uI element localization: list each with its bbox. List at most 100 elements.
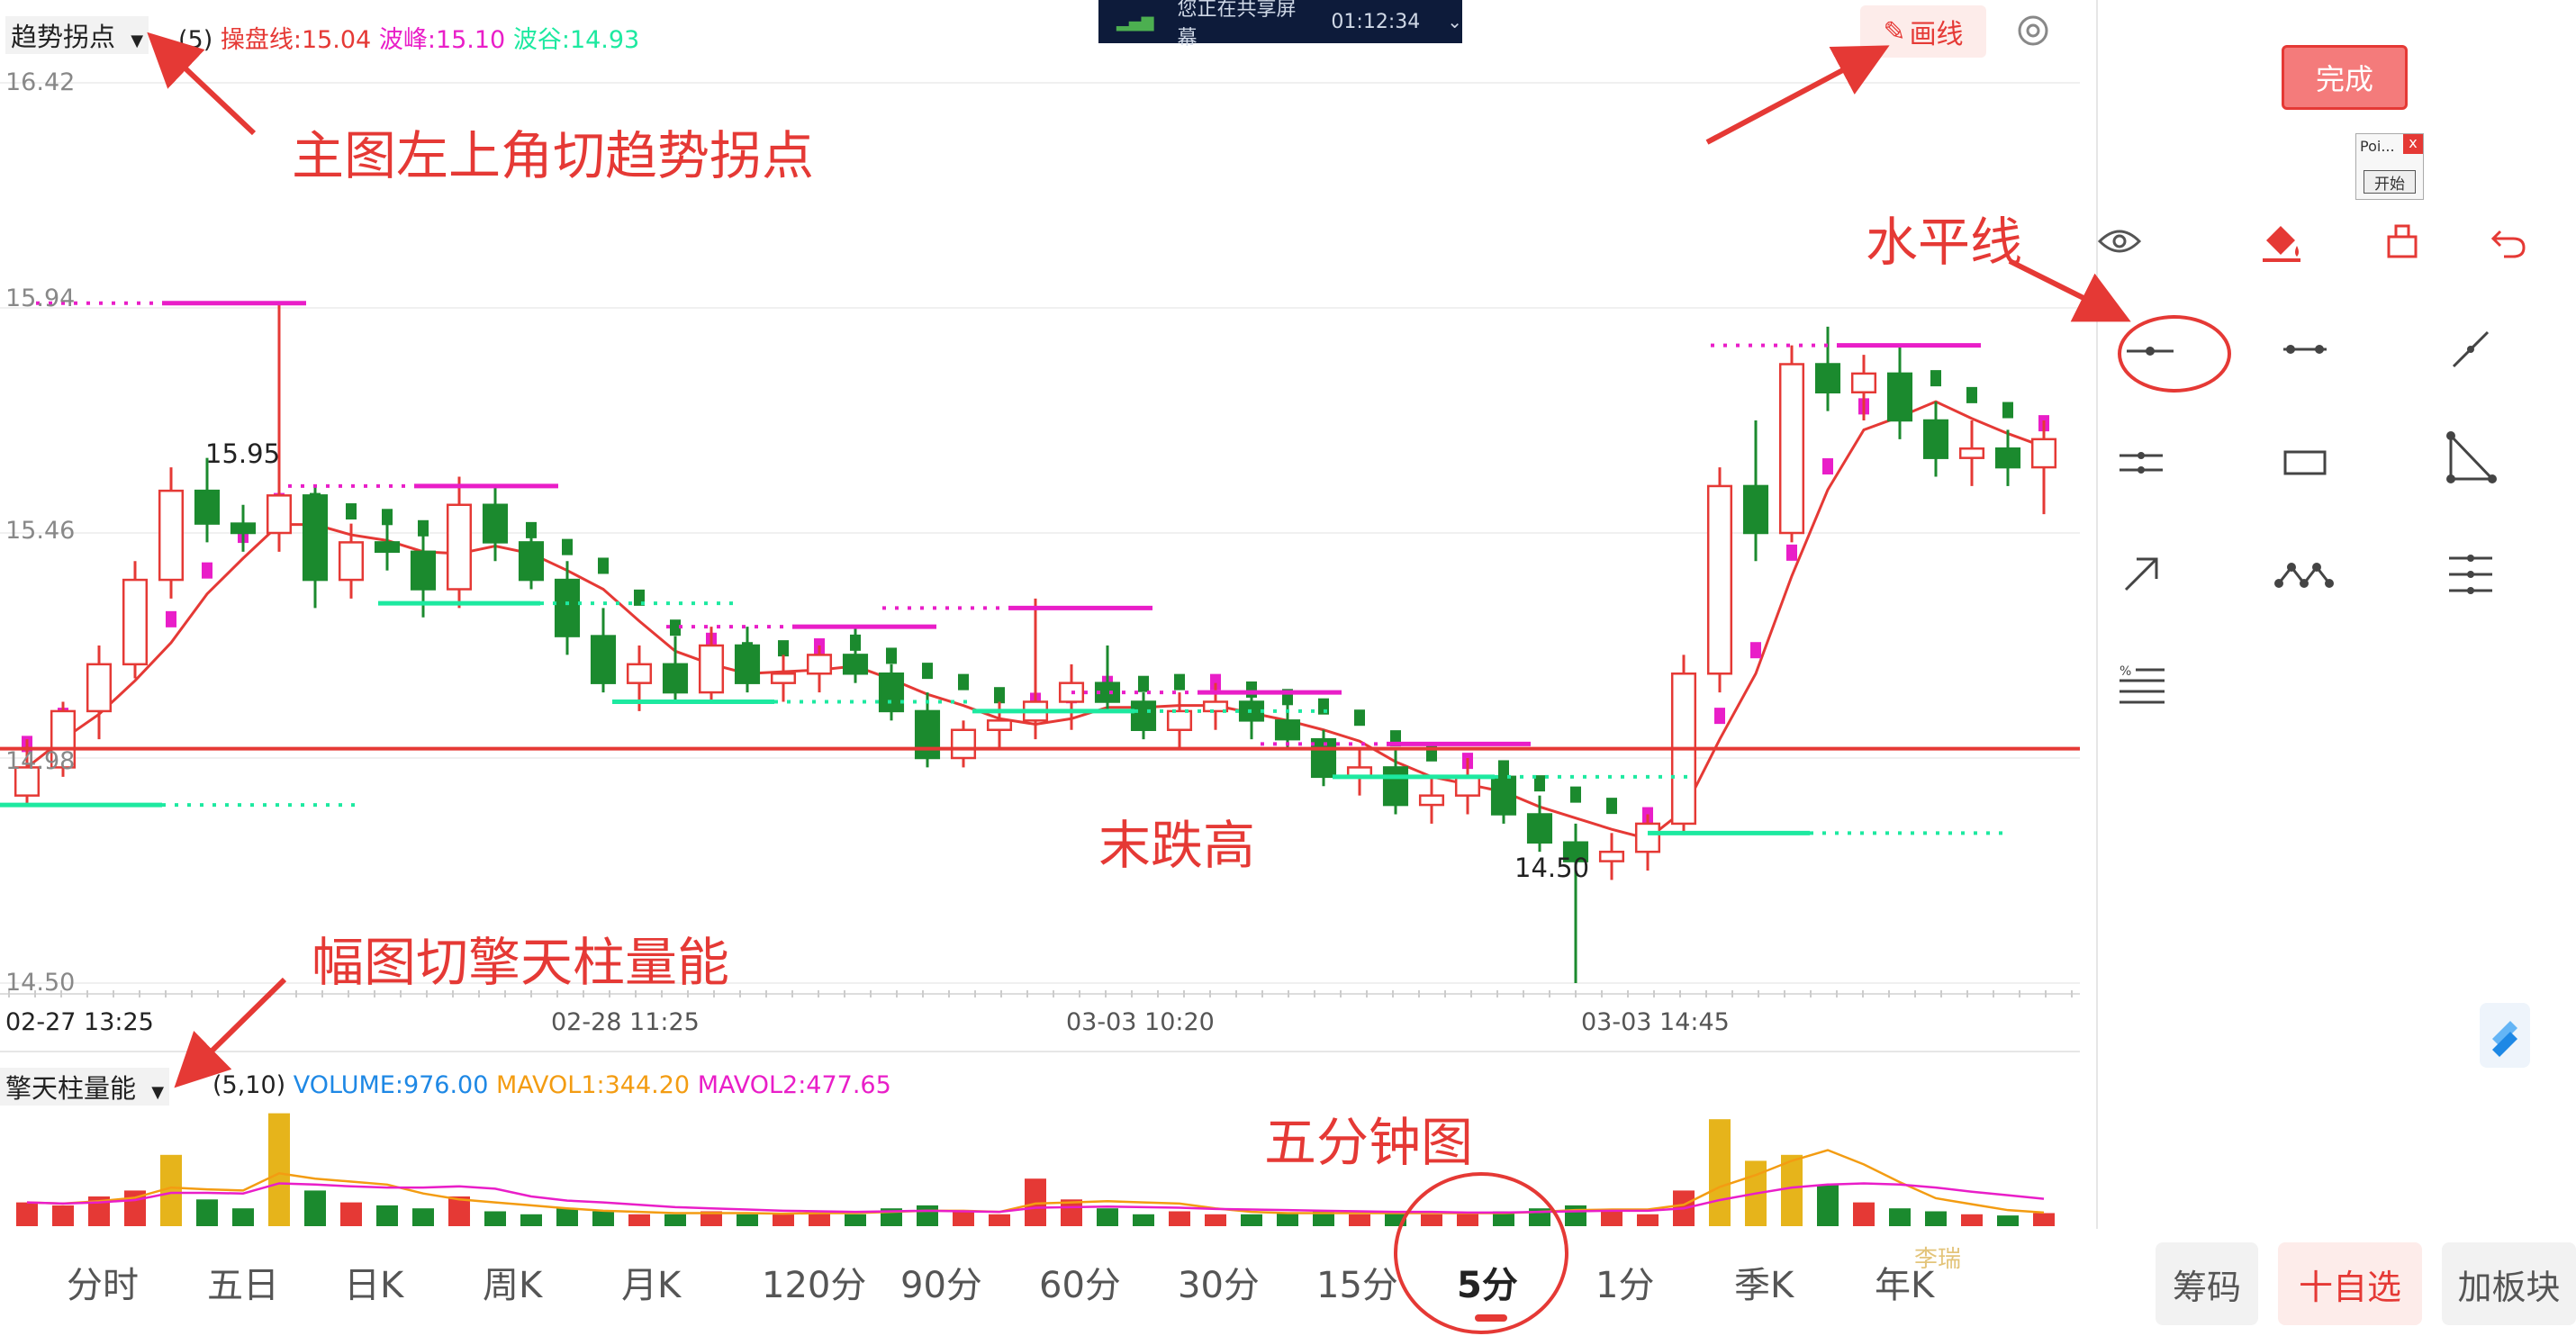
eraser-icon[interactable]: [2366, 214, 2438, 268]
tab-period[interactable]: 60分: [1039, 1256, 1121, 1308]
drawing-tool-panel: 完成 Poi... x 开始 水平线 %: [1866, 0, 2576, 1229]
candle-body: [1526, 813, 1553, 844]
annotation-text: 末跌高: [1098, 815, 1256, 876]
tab-period[interactable]: 30分: [1178, 1256, 1260, 1308]
volume-bar: [52, 1205, 74, 1226]
trend-marker: [1786, 544, 1797, 561]
candle-body: [1706, 484, 1733, 675]
draw-line-button[interactable]: ✎ 画线: [1860, 5, 1986, 58]
volume-param: (5,10): [212, 1071, 286, 1099]
volume-bar: [16, 1202, 38, 1226]
high-price-label: 15.95: [205, 438, 281, 469]
volume-bar: [1169, 1211, 1190, 1226]
add-watchlist-label: 十自选: [2298, 1267, 2401, 1307]
volume-bar: [592, 1211, 614, 1226]
trend-marker: [994, 687, 1005, 704]
channel-tool-icon[interactable]: [2435, 547, 2507, 601]
undo-icon[interactable]: [2472, 214, 2544, 268]
indicator-param: (5): [178, 26, 213, 54]
chips-button[interactable]: 筹码: [2156, 1242, 2258, 1325]
volume-bar: [232, 1208, 254, 1226]
y-tick-label: 16.42: [5, 68, 76, 96]
candle-body: [698, 644, 725, 694]
tab-period[interactable]: 日K: [344, 1256, 403, 1308]
candle-body: [2030, 438, 2057, 469]
active-tab-ring: [1394, 1172, 1568, 1334]
volume-bar: [845, 1214, 866, 1226]
volume-bar: [1817, 1184, 1839, 1226]
tab-period[interactable]: 120分: [762, 1256, 866, 1308]
volume-bar: [556, 1208, 578, 1226]
triangle-tool-icon[interactable]: [2435, 430, 2507, 484]
volume-bar: [917, 1205, 938, 1226]
volume-bar: [1925, 1211, 1947, 1226]
popup-close-icon[interactable]: x: [2403, 134, 2423, 154]
tab-period[interactable]: 季K: [1734, 1256, 1794, 1308]
candle-body: [1418, 794, 1445, 807]
volume-bar: [1781, 1154, 1803, 1226]
mavol2-value: MAVOL2:477.65: [697, 1071, 891, 1099]
parallel-lines-tool-icon[interactable]: [2105, 436, 2177, 490]
add-board-button[interactable]: 加板块: [2442, 1242, 2576, 1325]
annotation-text: 幅图切擎天柱量能: [312, 932, 730, 993]
volume-bar: [953, 1211, 974, 1226]
popup-start-button[interactable]: 开始: [2364, 170, 2416, 194]
screen-share-bar[interactable]: ▂▄▆ 您正在共享屏幕 01:12:34 ⌄: [1098, 0, 1462, 50]
candle-body: [194, 489, 221, 525]
candle-body: [266, 494, 293, 535]
trend-marker: [1138, 675, 1149, 692]
svg-text:%: %: [2120, 664, 2131, 679]
volume-bar: [412, 1208, 434, 1226]
mavol1-value: MAVOL1:344.20: [496, 1071, 691, 1099]
draw-line-label: 画线: [1909, 19, 1964, 50]
candle-body: [914, 709, 941, 760]
trend-marker: [922, 663, 933, 680]
tab-period[interactable]: 15分: [1316, 1256, 1398, 1308]
volume-bar: [340, 1202, 362, 1226]
selected-tool-ring: [2118, 315, 2231, 393]
volume-bar: [1601, 1211, 1622, 1226]
trend-line-tool-icon[interactable]: [2435, 322, 2507, 376]
tab-period[interactable]: 1分: [1595, 1256, 1654, 1308]
trend-marker: [1174, 673, 1185, 691]
wave-tool-icon[interactable]: [2269, 547, 2341, 601]
candle-body: [950, 728, 977, 760]
trend-marker: [346, 503, 357, 520]
share-status-text: 您正在共享屏幕: [1177, 0, 1297, 50]
rectangle-tool-icon[interactable]: [2269, 436, 2341, 490]
paint-bucket-icon[interactable]: [2246, 214, 2318, 268]
horizontal-segment-tool-icon[interactable]: [2269, 322, 2341, 376]
share-timer: 01:12:34: [1331, 10, 1421, 33]
volume-bar: [737, 1214, 758, 1226]
done-button[interactable]: 完成: [2282, 45, 2408, 110]
done-label: 完成: [2315, 62, 2373, 96]
settings-icon[interactable]: [2013, 11, 2053, 50]
tab-period[interactable]: 月K: [621, 1256, 681, 1308]
trend-marker: [1606, 798, 1617, 815]
chevron-down-icon[interactable]: ⌄: [1447, 11, 1462, 32]
eye-icon[interactable]: [2083, 214, 2156, 268]
watermark-text: 李瑞: [1914, 1246, 1962, 1273]
layers-icon[interactable]: [2480, 1003, 2530, 1068]
candle-body: [590, 635, 617, 684]
tab-period[interactable]: 周K: [483, 1256, 542, 1308]
arrow-tool-icon[interactable]: [2105, 547, 2177, 601]
chart-area[interactable]: 趋势拐点 ▼ (5) 操盘线:15.04 波峰:15.10 波谷:14.93 1…: [0, 0, 2082, 1233]
tab-period[interactable]: 五日: [207, 1256, 279, 1308]
candle-body: [842, 654, 869, 675]
volume-selector[interactable]: 擎天柱量能 ▼: [0, 1068, 170, 1106]
fibonacci-tool-icon[interactable]: %: [2105, 657, 2177, 711]
trend-marker: [166, 610, 176, 627]
add-watchlist-button[interactable]: 十自选: [2278, 1242, 2422, 1325]
volume-bar: [1961, 1214, 1983, 1226]
candle-body: [734, 644, 761, 684]
tab-period[interactable]: 90分: [900, 1256, 982, 1308]
tab-period[interactable]: 分时: [67, 1256, 139, 1308]
volume-bar: [520, 1214, 542, 1226]
volume-bar: [1205, 1214, 1226, 1226]
trend-marker: [958, 673, 969, 691]
y-tick-label: 14.50: [5, 969, 76, 997]
indicator-selector[interactable]: 趋势拐点 ▼: [5, 16, 149, 54]
trend-marker: [1354, 709, 1365, 727]
popup-window[interactable]: Poi... x 开始: [2355, 133, 2424, 200]
